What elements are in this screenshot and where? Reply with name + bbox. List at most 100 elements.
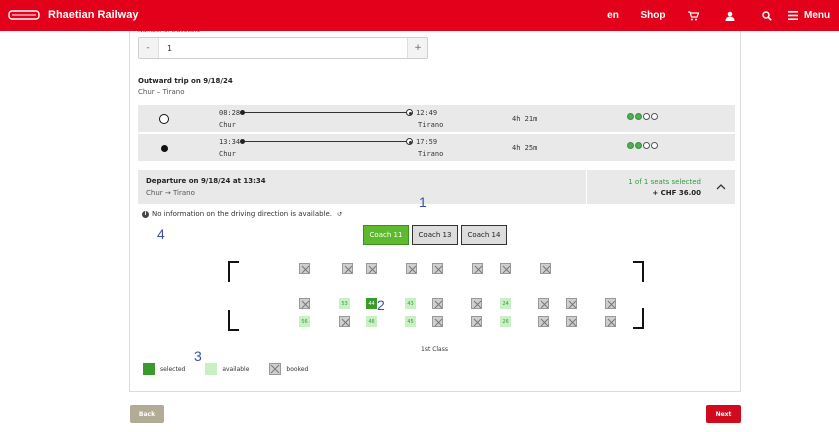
annotation-marker: 1 — [419, 194, 427, 210]
seat-booked — [432, 316, 443, 327]
booked-seat-icon — [301, 300, 310, 309]
connection-radio-selected[interactable] — [159, 143, 169, 153]
booked-seat-icon — [341, 318, 350, 327]
user-icon[interactable] — [710, 0, 750, 31]
departure-time: 13:34 — [219, 138, 241, 146]
coach-tab-13[interactable]: Coach 13 — [412, 225, 458, 245]
coach-tab-14[interactable]: Coach 14 — [461, 225, 507, 245]
seat-booked — [471, 298, 482, 309]
coach-end-bracket-icon — [228, 261, 239, 282]
booked-seat-icon — [568, 318, 577, 327]
start-dot-icon — [240, 110, 245, 115]
seat-booked — [432, 263, 443, 274]
cursor-icon: ↺ — [337, 210, 343, 218]
language-switch[interactable]: en — [596, 0, 630, 31]
hamburger-icon[interactable] — [784, 0, 802, 31]
seat-booked — [471, 316, 482, 327]
brand-name: Rhaetian Railway — [48, 9, 139, 21]
seat-available[interactable]: 43 — [405, 298, 416, 309]
seat-selected[interactable]: 44 — [366, 298, 377, 309]
arrival-station: Tirano — [418, 150, 444, 158]
shop-link[interactable]: Shop — [630, 0, 676, 31]
departure-summary[interactable]: Departure on 9/18/24 at 13:34 Chur → Tir… — [138, 170, 735, 204]
arrival-time: 12:49 — [416, 109, 438, 117]
menu-label[interactable]: Menu — [802, 0, 839, 31]
booked-seat-icon — [269, 363, 282, 375]
legend-available-label: available — [222, 365, 250, 373]
cart-icon[interactable] — [676, 0, 710, 31]
annotation-marker: 3 — [194, 348, 202, 364]
booked-seat-icon — [368, 265, 377, 274]
seat-booked — [500, 263, 511, 274]
booked-seat-icon — [540, 318, 549, 327]
top-bar: Rhaetian Railway en Shop Menu — [0, 0, 839, 31]
trip-route: Chur – Tirano — [138, 88, 185, 96]
seat-booked — [342, 263, 353, 274]
end-dot-icon — [406, 138, 413, 145]
legend-selected-swatch — [143, 363, 155, 375]
arrival-time: 17:59 — [416, 138, 438, 146]
coach-end-bracket-icon — [633, 261, 644, 282]
booked-seat-icon — [473, 318, 482, 327]
booked-seat-icon — [434, 265, 443, 274]
arrival-station: Tirano — [418, 121, 444, 129]
departure-station: Chur — [219, 150, 236, 158]
booked-seat-icon — [408, 265, 417, 274]
seat-available[interactable]: 26 — [500, 316, 511, 327]
booked-seat-icon — [502, 265, 511, 274]
duration: 4h 25m — [512, 144, 538, 152]
search-icon[interactable] — [750, 0, 784, 31]
increment-button[interactable]: + — [411, 38, 425, 58]
decrement-button[interactable]: - — [141, 38, 155, 58]
seat-booked — [540, 263, 551, 274]
booked-seat-icon — [434, 318, 443, 327]
travellers-stepper: - 1 + — [138, 37, 428, 59]
trip-title: Outward trip on 9/18/24 — [138, 77, 233, 85]
legend-selected-label: selected — [160, 365, 186, 373]
seat-booked — [432, 298, 443, 309]
occupancy-indicator — [627, 113, 658, 120]
connection-row[interactable]: 13:34 Chur 17:59 Tirano 4h 25m — [138, 134, 735, 161]
departure-time: 08:28 — [219, 109, 241, 117]
info-icon: i — [142, 210, 149, 218]
seat-available[interactable]: 56 — [299, 316, 310, 327]
seat-available[interactable]: 24 — [500, 298, 511, 309]
divider — [586, 170, 587, 204]
connection-radio[interactable] — [159, 114, 169, 124]
route-line — [242, 112, 410, 113]
booked-seat-icon — [542, 265, 551, 274]
departure-route: Chur → Tirano — [146, 189, 195, 197]
next-button[interactable]: Next — [706, 405, 741, 423]
seat-booked — [605, 298, 616, 309]
seat-booked — [299, 263, 310, 274]
seat-booked — [566, 298, 577, 309]
legend-available-swatch — [205, 363, 218, 375]
travellers-value[interactable]: 1 — [158, 38, 408, 58]
chevron-up-icon[interactable] — [716, 182, 726, 192]
occupancy-indicator — [627, 142, 658, 149]
booked-seat-icon — [473, 300, 482, 309]
class-label: 1st Class — [421, 346, 448, 353]
seat-booked — [339, 316, 350, 327]
seat-booked — [472, 263, 483, 274]
brand-logo[interactable]: Rhaetian Railway — [8, 6, 138, 24]
annotation-marker: 4 — [157, 226, 165, 242]
annotation-marker: 2 — [377, 297, 385, 313]
seat-available[interactable]: 53 — [339, 298, 350, 309]
main-nav: en Shop Menu — [596, 0, 839, 31]
connection-row[interactable]: 08:28 Chur 12:49 Tirano 4h 21m — [138, 105, 735, 132]
coach-end-bracket-icon — [633, 308, 644, 329]
booked-seat-icon — [568, 300, 577, 309]
booked-seat-icon — [434, 300, 443, 309]
booked-seat-icon — [607, 318, 616, 327]
seat-available[interactable]: 46 — [366, 316, 377, 327]
booking-panel: Number of travellers - 1 + Outward trip … — [129, 27, 741, 392]
seat-available[interactable]: 45 — [405, 316, 416, 327]
back-button[interactable]: Back — [130, 405, 164, 423]
duration: 4h 21m — [512, 115, 538, 123]
coach-end-bracket-icon — [228, 310, 239, 331]
train-logo-icon — [8, 10, 40, 20]
booked-seat-icon — [607, 300, 616, 309]
legend-booked-label: booked — [286, 365, 309, 373]
coach-tab-11[interactable]: Coach 11 — [363, 225, 409, 245]
